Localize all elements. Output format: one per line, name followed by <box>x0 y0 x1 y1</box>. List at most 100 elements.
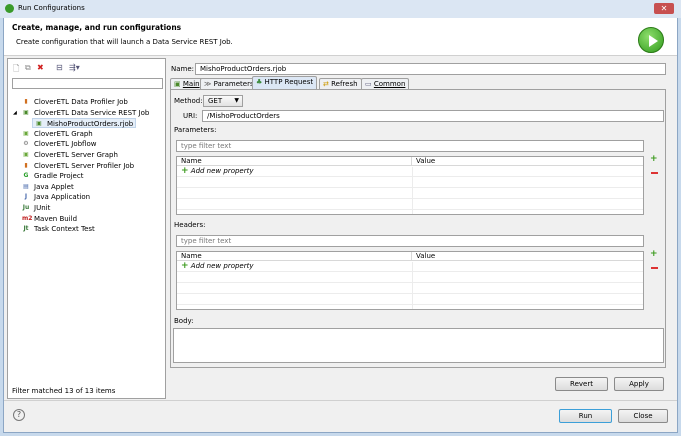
header-title: Create, manage, and run configurations <box>12 23 182 32</box>
remove-header-button[interactable] <box>651 267 658 269</box>
tab-http-request[interactable]: ♣ HTTP Request <box>252 76 318 90</box>
tree-item-label: CloverETL Graph <box>34 129 93 138</box>
applet-icon: ▤ <box>23 182 29 190</box>
method-label: Method: <box>174 97 203 105</box>
tree-item-label: CloverETL Data Profiler Job <box>34 98 128 106</box>
column-header-name[interactable]: Name <box>177 157 412 166</box>
tree-item-label: Java Application <box>34 193 91 202</box>
tree-item-label: JUnit <box>34 204 51 212</box>
tree-item[interactable]: ▤ Java Applet <box>22 182 74 192</box>
tree-item[interactable]: Jt Task Context Test <box>22 224 95 234</box>
jobflow-icon: ⚙ <box>23 140 29 148</box>
tree-item-label: CloverETL Jobflow <box>34 140 97 149</box>
headers-table: Name Value + Add new property <box>176 251 644 310</box>
column-header-name[interactable]: Name <box>177 252 412 261</box>
java-app-icon: J <box>24 193 28 201</box>
tree-item[interactable]: m2 Maven Build <box>22 214 77 224</box>
uri-input[interactable]: /MishoProductOrders <box>202 110 664 122</box>
header-subtitle: Create configuration that will launch a … <box>16 38 233 46</box>
configuration-tree-panel: 🗋 ⧉ ✖ ⊟ ⇶▾ ▮ CloverETL Data Profiler Job ◢… <box>7 58 166 399</box>
apply-button[interactable]: Apply <box>614 377 664 391</box>
tree-item-label: Task Context Test <box>34 225 95 234</box>
collapse-all-icon[interactable]: ⊟ <box>56 63 63 72</box>
window-close-button[interactable]: ✕ <box>654 3 674 14</box>
http-request-panel: Method: GET ▼ URI: /MishoProductOrders Pa… <box>170 89 666 368</box>
add-icon: + <box>181 166 189 176</box>
rest-job-icon: ▣ <box>36 120 42 128</box>
revert-button[interactable]: Revert <box>555 377 608 391</box>
tree-item[interactable]: ▣ MishoProductOrders.rjob <box>32 118 137 129</box>
add-header-row[interactable]: + Add new property <box>177 262 643 272</box>
tree-item-label: Java Applet <box>34 182 74 191</box>
table-row <box>177 295 643 305</box>
body-textarea[interactable] <box>173 328 664 363</box>
window-title: Run Configurations <box>18 4 85 12</box>
tree-item[interactable]: Ju JUnit <box>22 203 51 213</box>
profiler-icon: ▮ <box>24 98 28 105</box>
table-row <box>177 178 643 188</box>
headers-label: Headers: <box>174 221 206 229</box>
tab-label: Parameters <box>213 80 254 88</box>
remove-parameter-button[interactable] <box>651 172 658 174</box>
tree-item[interactable]: ◢ ▣ CloverETL Data Service REST Job <box>13 108 150 118</box>
app-icon <box>5 4 14 13</box>
tree-item[interactable]: G Gradle Project <box>22 171 84 181</box>
tab-label: Main <box>182 80 200 88</box>
junit-icon: Ju <box>22 204 30 211</box>
add-parameter-button[interactable]: + <box>650 154 658 164</box>
filter-icon[interactable]: ⇶▾ <box>69 63 80 72</box>
tab-label: HTTP Request <box>264 78 314 86</box>
footer-divider <box>4 400 677 401</box>
method-select[interactable]: GET ▼ <box>203 95 243 107</box>
run-button[interactable]: Run <box>559 409 612 423</box>
tree-item[interactable]: ▣ CloverETL Graph <box>22 129 93 139</box>
run-icon <box>638 27 664 53</box>
tree-item-label: CloverETL Server Profiler Job <box>34 161 135 170</box>
tab-label: Common <box>373 80 406 88</box>
tree-item-label: CloverETL Data Service REST Job <box>34 108 150 117</box>
table-row <box>177 189 643 199</box>
name-label: Name: <box>171 65 195 73</box>
add-property-label: Add new property <box>190 262 254 270</box>
tree-item[interactable]: ⚙ CloverETL Jobflow <box>22 139 96 149</box>
config-editor: Name: MishoProductOrders.rjob ▣ Main ≫ P… <box>168 58 668 399</box>
tree-item[interactable]: J Java Application <box>22 192 90 202</box>
tree-item[interactable]: ▮ CloverETL Data Profiler Job <box>22 97 128 107</box>
help-icon[interactable]: ? <box>13 409 25 421</box>
new-config-icon[interactable]: 🗋 <box>13 63 19 77</box>
graph-icon: ▣ <box>23 151 29 158</box>
add-property-row[interactable]: + Add new property <box>177 167 643 177</box>
tab-label: Refresh <box>331 80 358 88</box>
uri-label: URI: <box>183 112 198 120</box>
gradle-icon: G <box>23 172 29 180</box>
chevron-down-icon: ▼ <box>234 97 239 104</box>
add-header-button[interactable]: + <box>650 249 658 259</box>
table-row <box>177 200 643 210</box>
parameters-table: Name Value + Add new property <box>176 156 644 215</box>
tree-item-label: MishoProductOrders.rjob <box>47 120 134 129</box>
delete-icon[interactable]: ✖ <box>37 63 44 72</box>
graph-icon: ▣ <box>23 129 29 137</box>
maven-icon: m2 <box>22 214 33 222</box>
table-row <box>177 284 643 294</box>
tree-item[interactable]: ▮ CloverETL Server Profiler Job <box>22 161 134 171</box>
add-property-label: Add new property <box>190 167 254 175</box>
name-input[interactable]: MishoProductOrders.rjob <box>195 63 666 75</box>
duplicate-icon[interactable]: ⧉ <box>25 63 31 73</box>
close-button[interactable]: Close <box>618 409 668 423</box>
expand-arrow-icon[interactable]: ◢ <box>13 108 17 118</box>
table-row <box>177 273 643 283</box>
tree-item[interactable]: ▣ CloverETL Server Graph <box>22 150 118 160</box>
parameters-label: Parameters: <box>174 126 217 134</box>
column-header-value[interactable]: Value <box>412 157 643 166</box>
headers-filter-input[interactable]: type filter text <box>176 235 644 247</box>
tree-filter-input[interactable] <box>12 78 163 89</box>
add-icon: + <box>181 261 189 271</box>
tree-item-label: Maven Build <box>34 214 78 223</box>
column-header-value[interactable]: Value <box>412 252 643 261</box>
profiler-icon: ▮ <box>24 161 28 169</box>
body-label: Body: <box>174 317 194 325</box>
parameters-filter-input[interactable]: type filter text <box>176 140 644 152</box>
tree-item-label: CloverETL Server Graph <box>34 151 118 159</box>
filter-status: Filter matched 13 of 13 items <box>12 387 116 395</box>
